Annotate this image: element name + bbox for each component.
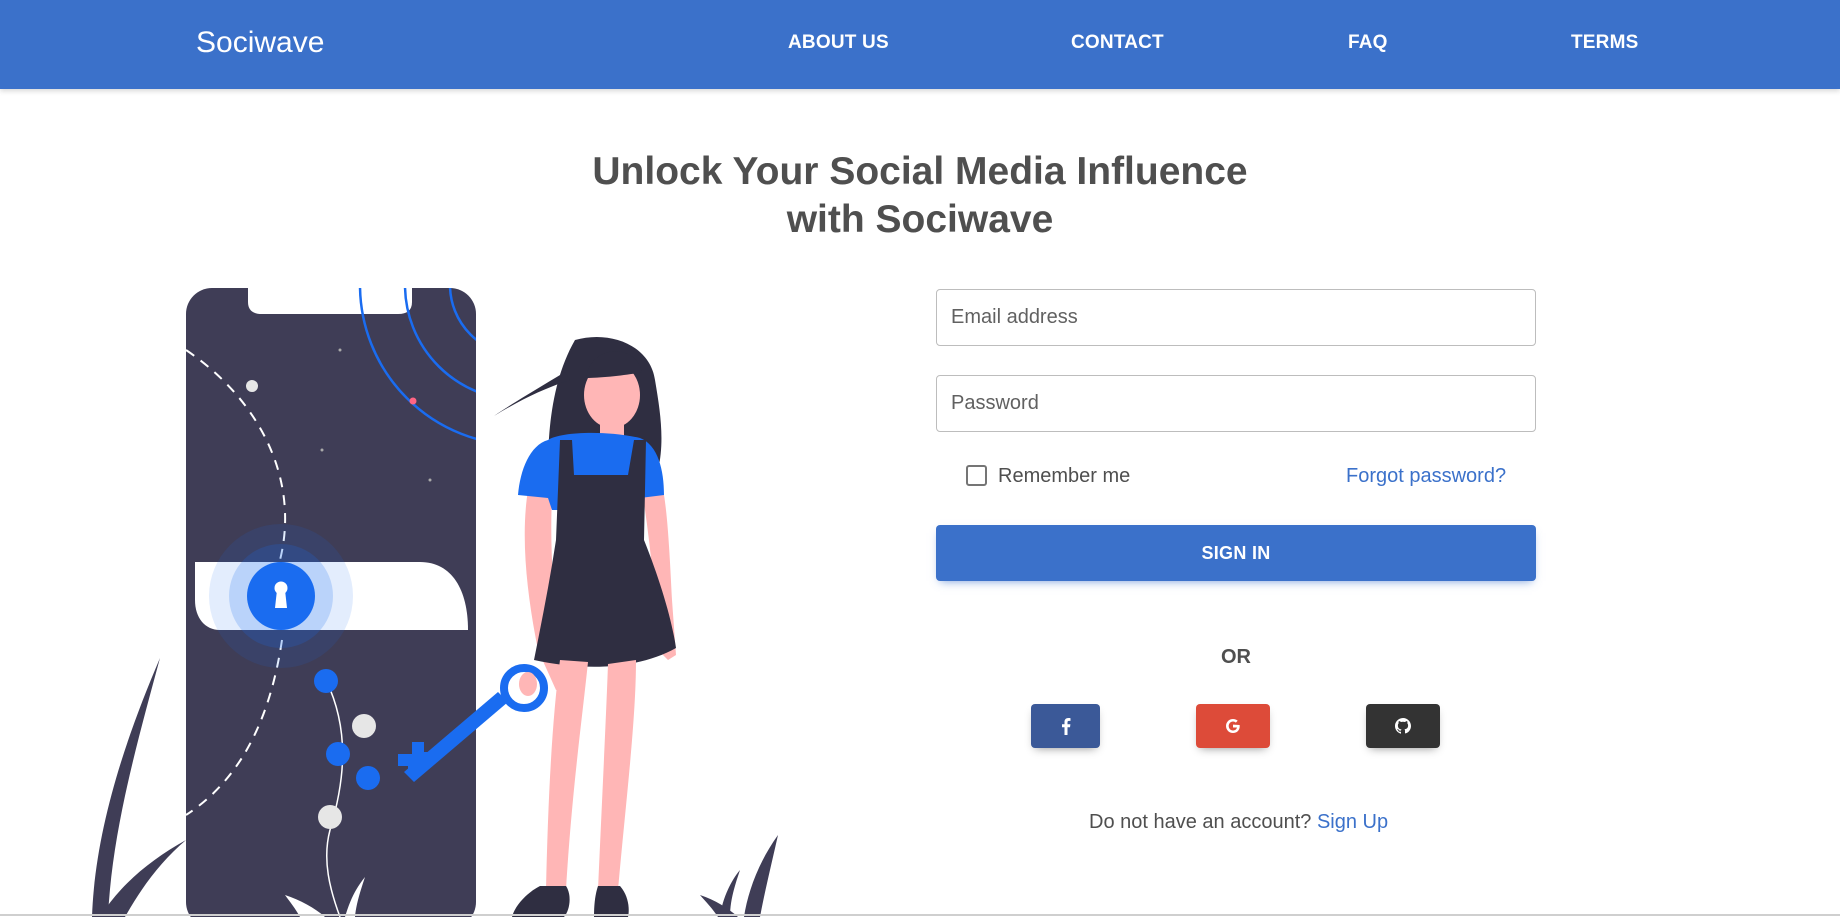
star-dot — [428, 478, 432, 482]
keyhole-icon — [275, 590, 287, 608]
plant-leaf — [720, 870, 740, 917]
woman-hand — [519, 672, 537, 696]
google-icon — [1226, 719, 1240, 733]
login-illustration — [92, 288, 778, 917]
vine-dot — [318, 805, 342, 829]
brand-logo-link[interactable]: Sociwave — [196, 26, 324, 60]
top-navbar: Sociwave ABOUT US CONTACT FAQ TERMS — [0, 0, 1840, 89]
page-bottom-divider — [0, 914, 1840, 916]
email-input[interactable] — [936, 289, 1536, 346]
facebook-login-button[interactable] — [1031, 704, 1100, 748]
plant-leaf — [744, 835, 778, 917]
sign-up-prompt-text: Do not have an account? — [1089, 811, 1312, 833]
sign-up-prompt: Do not have an account? Sign Up — [1089, 811, 1388, 834]
vine-dot — [314, 669, 338, 693]
woman-shoe — [594, 886, 629, 917]
github-icon — [1395, 718, 1411, 734]
woman-leg — [546, 660, 588, 890]
star-dot — [338, 348, 342, 352]
nav-link-faq[interactable]: FAQ — [1348, 32, 1388, 54]
or-divider: OR — [1221, 646, 1251, 668]
woman-shoe — [512, 886, 570, 917]
headline-line-2: with Sociwave — [786, 198, 1054, 241]
vine-dot — [352, 714, 376, 738]
forgot-password-link[interactable]: Forgot password? — [1346, 465, 1506, 488]
page-headline: Unlock Your Social Media Influence with … — [520, 148, 1320, 244]
vine-dot — [326, 742, 350, 766]
password-input[interactable] — [936, 375, 1536, 432]
star-dot — [409, 397, 417, 405]
sign-up-link[interactable]: Sign Up — [1317, 811, 1388, 833]
woman-leg — [598, 660, 636, 890]
star-dot — [320, 448, 324, 452]
facebook-icon — [1061, 717, 1070, 735]
google-login-button[interactable] — [1196, 704, 1270, 748]
nav-link-about-us[interactable]: ABOUT US — [788, 32, 889, 54]
nav-link-terms[interactable]: TERMS — [1571, 32, 1639, 54]
sign-in-button[interactable]: SIGN IN — [936, 525, 1536, 581]
star-dot — [246, 380, 258, 392]
headline-line-1: Unlock Your Social Media Influence — [592, 150, 1248, 193]
github-login-button[interactable] — [1366, 704, 1440, 748]
remember-me-checkbox[interactable] — [966, 465, 987, 486]
remember-me-label[interactable]: Remember me — [998, 465, 1130, 488]
phone-notch — [248, 288, 412, 314]
vine-dot — [356, 766, 380, 790]
nav-link-contact[interactable]: CONTACT — [1071, 32, 1164, 54]
